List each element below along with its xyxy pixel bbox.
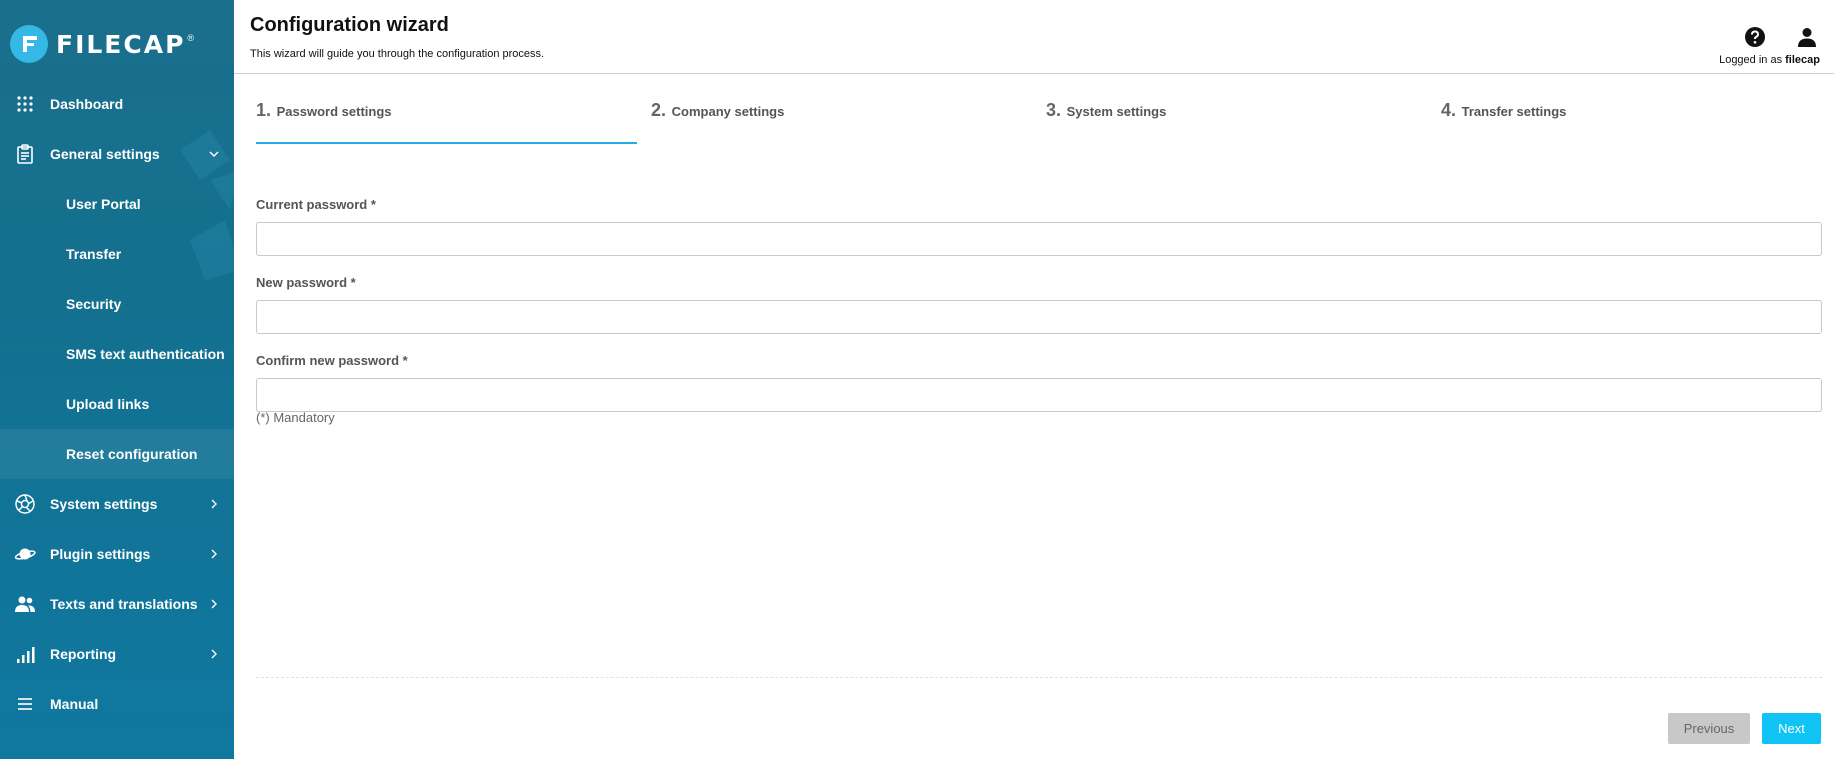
sidebar-item-security[interactable]: Security: [0, 279, 234, 329]
confirm-password-input[interactable]: [256, 378, 1822, 412]
page-header: Configuration wizard This wizard will gu…: [234, 0, 1834, 74]
sidebar-item-upload-links[interactable]: Upload links: [0, 379, 234, 429]
next-button[interactable]: Next: [1762, 713, 1821, 744]
sidebar-item-dashboard[interactable]: Dashboard: [0, 79, 234, 129]
menu-lines-icon: [0, 693, 50, 715]
filecap-logo[interactable]: FILECAP ®: [10, 24, 194, 64]
sidebar: FILECAP ® Dashboard General settings Use…: [0, 0, 234, 759]
footer-divider: [256, 677, 1822, 678]
step-label: System settings: [1066, 104, 1167, 119]
current-password-input[interactable]: [256, 222, 1822, 256]
sidebar-item-label: Manual: [50, 696, 99, 712]
sidebar-item-plugin-settings[interactable]: Plugin settings: [0, 529, 234, 579]
clipboard-icon: [0, 143, 50, 165]
sidebar-item-user-portal[interactable]: User Portal: [0, 179, 234, 229]
step-number: 3.: [1046, 100, 1062, 120]
step-number: 1.: [256, 100, 272, 120]
chevron-right-icon: [211, 549, 217, 559]
login-username: filecap: [1785, 54, 1820, 66]
login-prefix: Logged in as: [1719, 54, 1783, 66]
sidebar-item-manual[interactable]: Manual: [0, 679, 234, 729]
previous-button[interactable]: Previous: [1668, 713, 1750, 744]
page-subtitle: This wizard will guide you through the c…: [250, 48, 545, 60]
sidebar-item-label: User Portal: [66, 196, 141, 212]
sidebar-item-general-settings[interactable]: General settings: [0, 129, 234, 179]
sidebar-item-label: Upload links: [66, 396, 150, 412]
users-icon: [0, 593, 50, 615]
password-form: Current password * New password * Confir…: [256, 196, 1822, 412]
sidebar-item-label: Reset configuration: [66, 446, 198, 462]
chevron-right-icon: [211, 599, 217, 609]
current-password-label: Current password *: [256, 197, 376, 212]
step-label: Transfer settings: [1461, 104, 1567, 119]
sidebar-item-label: SMS text authentication: [66, 346, 225, 362]
step-number: 4.: [1441, 100, 1457, 120]
mandatory-note: (*) Mandatory: [256, 410, 335, 425]
aperture-icon: [0, 493, 50, 515]
new-password-label: New password *: [256, 275, 356, 290]
new-password-input[interactable]: [256, 300, 1822, 334]
sidebar-item-label: Transfer: [66, 246, 122, 262]
sidebar-item-sms-text-authentication[interactable]: SMS text authentication: [0, 329, 234, 379]
chevron-right-icon: [211, 499, 217, 509]
sidebar-item-system-settings[interactable]: System settings: [0, 479, 234, 529]
wizard-steps: 1. Password settings 2. Company settings…: [256, 100, 1822, 144]
signal-bars-icon: [0, 643, 50, 665]
new-password-group: New password *: [256, 274, 1822, 352]
current-password-group: Current password *: [256, 196, 1822, 274]
page-title: Configuration wizard: [250, 14, 449, 36]
sidebar-item-texts-and-translations[interactable]: Texts and translations: [0, 579, 234, 629]
main-content: Configuration wizard This wizard will gu…: [234, 0, 1834, 759]
wizard-step-company-settings[interactable]: 2. Company settings: [651, 100, 784, 144]
sidebar-item-label: Dashboard: [50, 96, 124, 112]
confirm-password-group: Confirm new password *: [256, 352, 1822, 412]
step-label: Company settings: [671, 104, 785, 119]
sidebar-item-transfer[interactable]: Transfer: [0, 229, 234, 279]
grid-icon: [0, 93, 50, 115]
sidebar-item-label: Plugin settings: [50, 546, 151, 562]
login-status: Logged in as filecap: [1719, 54, 1820, 66]
sidebar-item-label: System settings: [50, 496, 158, 512]
sidebar-item-reset-configuration[interactable]: Reset configuration: [0, 429, 234, 479]
confirm-password-label: Confirm new password *: [256, 353, 408, 368]
filecap-logo-icon: [10, 25, 48, 63]
step-number: 2.: [651, 100, 667, 120]
sidebar-item-label: Security: [66, 296, 122, 312]
sidebar-item-reporting[interactable]: Reporting: [0, 629, 234, 679]
chevron-right-icon: [211, 649, 217, 659]
wizard-step-transfer-settings[interactable]: 4. Transfer settings: [1441, 100, 1566, 144]
step-label: Password settings: [276, 104, 392, 119]
chevron-down-icon: [209, 151, 219, 157]
help-icon[interactable]: [1744, 26, 1766, 48]
sidebar-item-label: Reporting: [50, 646, 117, 662]
user-icon[interactable]: [1796, 26, 1818, 48]
planet-icon: [0, 543, 50, 565]
sidebar-item-label: General settings: [50, 146, 160, 162]
wizard-step-password-settings[interactable]: 1. Password settings: [256, 100, 637, 144]
wizard-step-system-settings[interactable]: 3. System settings: [1046, 100, 1166, 144]
brand-name: FILECAP: [56, 29, 186, 59]
sidebar-item-label: Texts and translations: [50, 596, 198, 612]
sidebar-nav: Dashboard General settings User Portal T…: [0, 79, 234, 729]
brand-registered: ®: [187, 33, 195, 43]
